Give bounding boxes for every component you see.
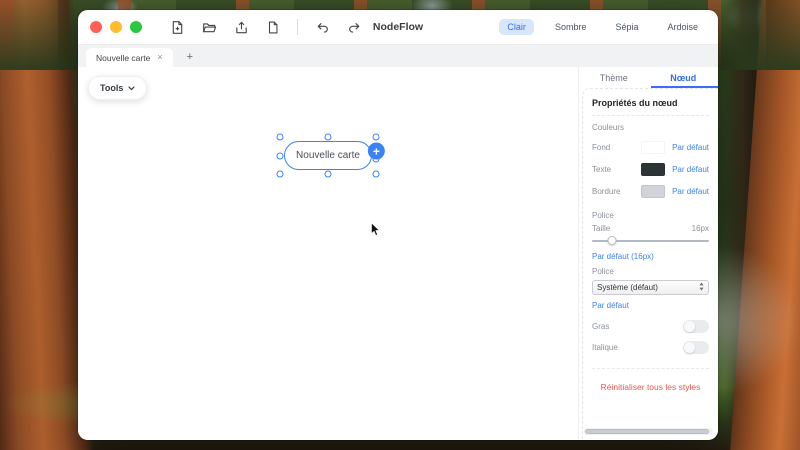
- titlebar: NodeFlow Clair Sombre Sépia Ardoise: [78, 10, 718, 45]
- color-row-bordure: Bordure Par défaut: [592, 180, 709, 202]
- italic-label: Italique: [592, 343, 618, 352]
- italic-toggle[interactable]: [683, 341, 709, 354]
- theme-button-ardoise[interactable]: Ardoise: [659, 19, 706, 35]
- document-tab[interactable]: Nouvelle carte ×: [86, 48, 173, 67]
- font-size-value: 16px: [692, 224, 709, 233]
- mouse-cursor: [370, 222, 381, 243]
- font-size-default-link[interactable]: Par défaut (16px): [592, 252, 709, 261]
- fond-label: Fond: [592, 143, 641, 152]
- font-family-label: Police: [592, 267, 709, 276]
- sidebar-horizontal-scrollbar[interactable]: [584, 428, 713, 435]
- bordure-default-link[interactable]: Par défaut: [672, 187, 709, 196]
- divider: [592, 368, 709, 369]
- minimize-window-button[interactable]: [110, 21, 122, 33]
- zoom-window-button[interactable]: [130, 21, 142, 33]
- save-icon[interactable]: [234, 20, 249, 35]
- theme-button-clair[interactable]: Clair: [499, 19, 534, 35]
- texte-default-link[interactable]: Par défaut: [672, 165, 709, 174]
- new-file-icon[interactable]: [170, 20, 185, 35]
- tab-bar: Nouvelle carte × +: [78, 45, 718, 67]
- resize-handle-top-center[interactable]: [325, 134, 332, 141]
- theme-button-sombre[interactable]: Sombre: [547, 19, 595, 35]
- color-row-texte: Texte Par défaut: [592, 158, 709, 180]
- active-tab-underline: [651, 86, 718, 89]
- font-family-select[interactable]: Système (défaut): [592, 280, 709, 295]
- close-window-button[interactable]: [90, 21, 102, 33]
- bold-label: Gras: [592, 322, 609, 331]
- bordure-color-swatch[interactable]: [641, 185, 665, 198]
- divider: [592, 115, 709, 116]
- resize-handle-top-left[interactable]: [277, 134, 284, 141]
- slider-handle[interactable]: [607, 236, 616, 245]
- app-title: NodeFlow: [373, 21, 423, 33]
- font-family-default-link[interactable]: Par défaut: [592, 301, 709, 310]
- toggle-knob: [684, 321, 695, 332]
- panel-title: Propriétés du nœud: [592, 98, 709, 108]
- font-section-label: Police: [592, 211, 709, 220]
- font-size-label: Taille: [592, 224, 610, 233]
- resize-handle-bottom-right[interactable]: [373, 171, 380, 178]
- sidebar-tabs: Thème Nœud: [579, 67, 718, 88]
- tools-dropdown-button[interactable]: Tools: [88, 76, 147, 100]
- tab-theme[interactable]: Thème: [579, 67, 649, 88]
- theme-switcher: Clair Sombre Sépia Ardoise: [499, 19, 706, 35]
- fond-color-swatch[interactable]: [641, 141, 665, 154]
- undo-icon[interactable]: [315, 20, 330, 34]
- resize-handle-bottom-left[interactable]: [277, 171, 284, 178]
- tools-dropdown-label: Tools: [100, 83, 123, 93]
- bold-toggle[interactable]: [683, 320, 709, 333]
- reset-styles-button[interactable]: Réinitialiser tous les styles: [592, 382, 709, 392]
- add-child-node-button[interactable]: +: [368, 143, 385, 160]
- document-tab-label: Nouvelle carte: [96, 53, 150, 63]
- traffic-lights: [90, 21, 142, 33]
- mindmap-node[interactable]: Nouvelle carte: [284, 141, 372, 170]
- texte-label: Texte: [592, 165, 641, 174]
- properties-sidebar: Thème Nœud Propriétés du nœud Couleurs F…: [578, 67, 718, 439]
- color-row-fond: Fond Par défaut: [592, 136, 709, 158]
- texte-color-swatch[interactable]: [641, 163, 665, 176]
- bordure-label: Bordure: [592, 187, 641, 196]
- toolbar-separator: [297, 19, 298, 35]
- font-size-row: Taille 16px: [592, 224, 709, 233]
- font-size-slider[interactable]: [592, 236, 709, 246]
- italic-row: Italique: [592, 337, 709, 358]
- node-properties-panel: Propriétés du nœud Couleurs Fond Par déf…: [582, 88, 718, 439]
- close-tab-icon[interactable]: ×: [157, 53, 162, 62]
- selected-node-group: Nouvelle carte +: [280, 137, 376, 174]
- add-tab-button[interactable]: +: [187, 52, 193, 63]
- app-window: NodeFlow Clair Sombre Sépia Ardoise Nouv…: [78, 10, 718, 440]
- chevron-down-icon: [128, 83, 135, 93]
- open-folder-icon[interactable]: [202, 20, 217, 35]
- resize-handle-top-right[interactable]: [373, 134, 380, 141]
- document-icon[interactable]: [266, 20, 280, 35]
- redo-icon[interactable]: [347, 20, 362, 34]
- resize-handle-bottom-center[interactable]: [325, 171, 332, 178]
- font-family-value: Système (défaut): [597, 283, 699, 292]
- colors-section-label: Couleurs: [592, 123, 709, 132]
- select-stepper-icon: [699, 282, 704, 293]
- scrollbar-thumb[interactable]: [585, 429, 709, 434]
- fond-default-link[interactable]: Par défaut: [672, 143, 709, 152]
- bold-row: Gras: [592, 316, 709, 337]
- resize-handle-middle-left[interactable]: [277, 152, 284, 159]
- theme-button-sepia[interactable]: Sépia: [607, 19, 646, 35]
- toggle-knob: [684, 342, 695, 353]
- mindmap-canvas[interactable]: Tools Nouvelle carte +: [78, 67, 578, 439]
